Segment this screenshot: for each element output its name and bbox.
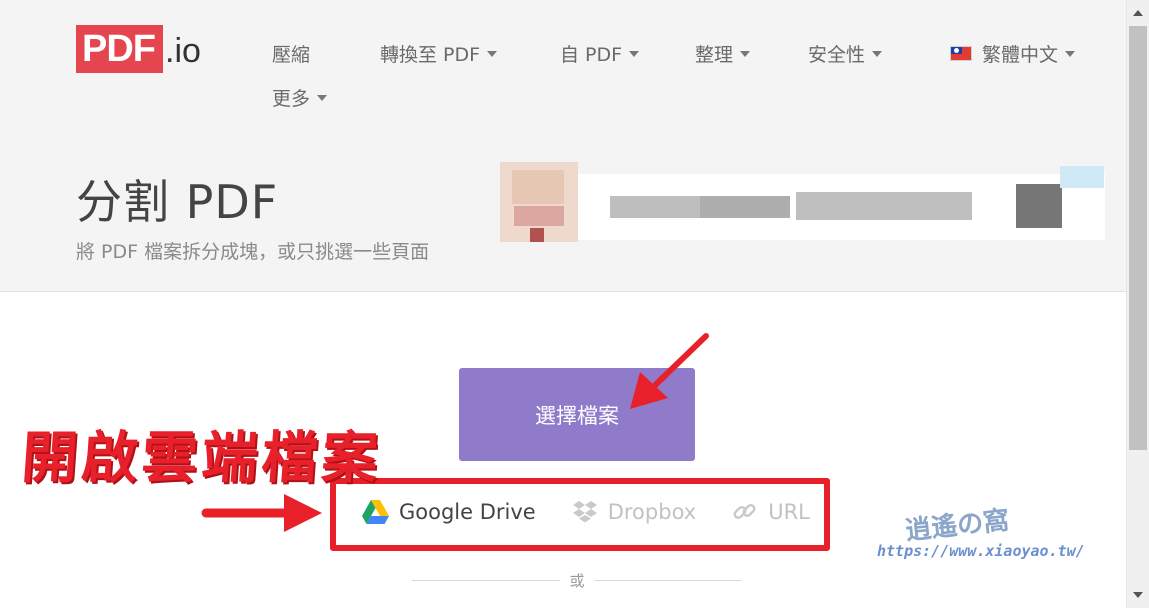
chevron-down-icon	[317, 94, 328, 101]
site-logo[interactable]: PDF .io	[76, 25, 201, 73]
nav-from-pdf-label: 自 PDF	[560, 44, 623, 66]
chevron-down-icon	[487, 50, 498, 57]
nav-compress[interactable]: 壓縮	[272, 40, 310, 67]
or-divider-text: 或	[569, 572, 585, 590]
scrollbar-thumb[interactable]	[1129, 26, 1147, 450]
logo-mark: PDF	[76, 25, 163, 73]
chevron-down-icon	[872, 50, 883, 57]
page-header: PDF .io 壓縮 轉換至 PDF 自 PDF 整理 安全性 更多 繁體中文	[0, 0, 1126, 292]
divider-line-right	[594, 580, 742, 581]
watermark-url: https://www.xiaoyao.tw/	[877, 542, 1085, 560]
nav-security-label: 安全性	[808, 44, 866, 66]
choose-file-label: 選擇檔案	[535, 403, 619, 428]
nav-more-label: 更多	[272, 88, 311, 110]
nav-security[interactable]: 安全性	[808, 40, 883, 67]
blurred-ad-banner[interactable]	[500, 162, 1105, 242]
annotation-highlight-frame	[330, 478, 830, 551]
nav-convert-to-pdf[interactable]: 轉換至 PDF	[380, 40, 498, 67]
nav-organize[interactable]: 整理	[695, 40, 751, 67]
nav-compress-label: 壓縮	[272, 44, 311, 66]
or-divider: 或	[412, 570, 742, 590]
watermark-logo: 逍遙の窩	[903, 505, 1011, 547]
browser-viewport: PDF .io 壓縮 轉換至 PDF 自 PDF 整理 安全性 更多 繁體中文	[0, 0, 1126, 608]
divider-line-left	[412, 580, 560, 581]
vertical-scrollbar[interactable]	[1126, 0, 1149, 608]
choose-file-button[interactable]: 選擇檔案	[459, 368, 695, 461]
page-title: 分割 PDF	[76, 175, 279, 229]
language-selector[interactable]: 繁體中文	[950, 40, 1076, 67]
chevron-down-icon	[1065, 50, 1076, 57]
arrow-to-cloud-sources-icon	[201, 494, 322, 532]
taiwan-flag-icon	[950, 46, 972, 61]
annotation-label: 開啟雲端檔案	[19, 426, 384, 491]
nav-organize-label: 整理	[695, 44, 734, 66]
chevron-down-icon	[629, 50, 640, 57]
nav-more[interactable]: 更多	[272, 84, 328, 111]
chevron-down-icon	[740, 50, 751, 57]
nav-from-pdf[interactable]: 自 PDF	[560, 40, 640, 67]
page-subtitle: 將 PDF 檔案拆分成塊，或只挑選一些頁面	[76, 241, 430, 263]
scroll-down-arrow-icon[interactable]	[1133, 592, 1143, 598]
scroll-up-arrow-icon[interactable]	[1133, 10, 1143, 16]
nav-convert-to-pdf-label: 轉換至 PDF	[380, 44, 481, 66]
language-label: 繁體中文	[982, 44, 1059, 66]
logo-suffix: .io	[165, 32, 201, 70]
